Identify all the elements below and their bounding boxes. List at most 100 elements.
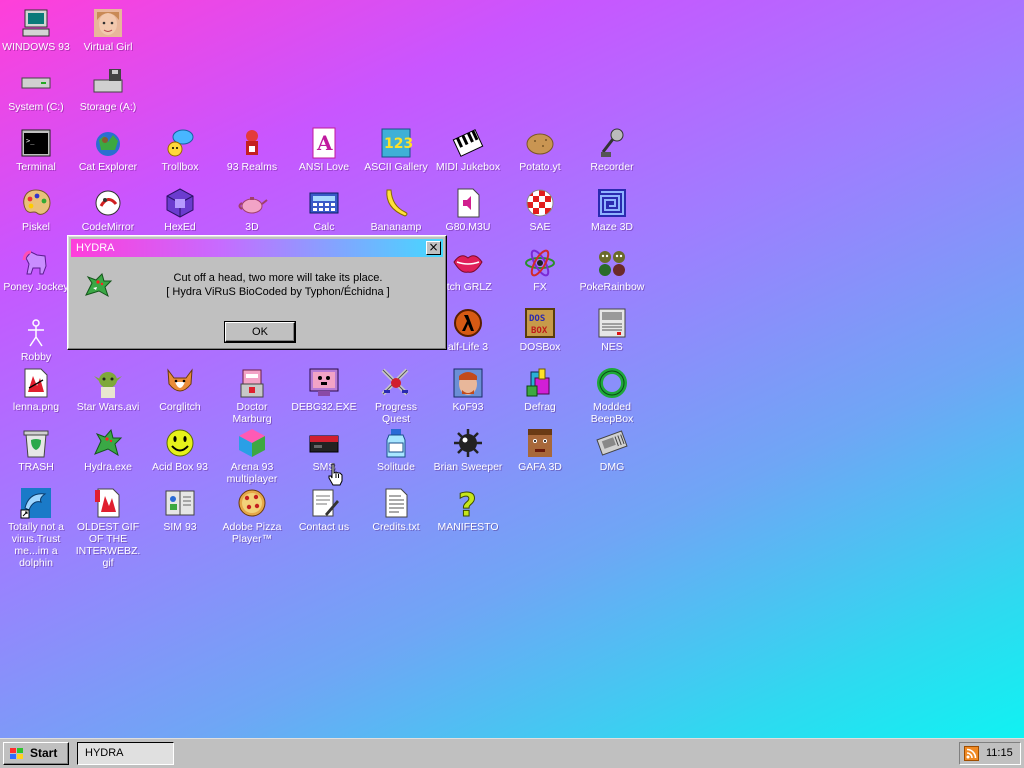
- desktop-icon-debg32-exe[interactable]: DEBG32.EXE: [288, 364, 360, 413]
- desktop-icon-label: lenna.png: [12, 401, 60, 413]
- desktop-icon-credits-txt[interactable]: Credits.txt: [360, 484, 432, 533]
- piano-keys-icon: [451, 126, 485, 160]
- desktop-icon-label: Robby: [20, 351, 52, 363]
- desktop-icon-93-realms[interactable]: 93 Realms: [216, 124, 288, 173]
- desktop-icon-doctor-marburg[interactable]: Doctor Marburg: [216, 364, 288, 425]
- color-cube-icon: [235, 426, 269, 460]
- desktop-icon-potato-yt[interactable]: Potato.yt: [504, 124, 576, 173]
- desktop-icon-label: Trollbox: [161, 161, 199, 173]
- desktop-icon-label: CodeMirror: [81, 221, 135, 233]
- desktop-icon-lenna-png[interactable]: lenna.png: [0, 364, 72, 413]
- audio-file-icon: [451, 186, 485, 220]
- desktop-icon-defrag[interactable]: Defrag: [504, 364, 576, 413]
- ansi-letter-icon: A: [307, 126, 341, 160]
- desktop-icon-bananamp[interactable]: Bananamp: [360, 184, 432, 233]
- sms-console-icon: [307, 426, 341, 460]
- desktop-icon-robby[interactable]: Robby: [0, 314, 72, 363]
- desktop-icon-label: ANSI Love: [298, 161, 350, 173]
- desktop-icon-ansi-love[interactable]: A ANSI Love: [288, 124, 360, 173]
- desktop-icon-label: Potato.yt: [519, 161, 561, 173]
- desktop-icon-trollbox[interactable]: Trollbox: [144, 124, 216, 173]
- desktop-icon-piskel[interactable]: Piskel: [0, 184, 72, 233]
- desktop-icon-hydra-exe[interactable]: Hydra.exe: [72, 424, 144, 473]
- desktop-icon-adobe-pizza-player[interactable]: Adobe Pizza Player™: [216, 484, 288, 545]
- ok-button[interactable]: OK: [224, 321, 296, 343]
- desktop-icon-g80-m3u[interactable]: G80.M3U: [432, 184, 504, 233]
- text-file-icon: [379, 486, 413, 520]
- dialog-title: HYDRA: [76, 242, 115, 254]
- desktop-icon-terminal[interactable]: >_ Terminal: [0, 124, 72, 173]
- smiley-icon: [163, 426, 197, 460]
- desktop-icon-manifesto[interactable]: ? MANIFESTO: [432, 484, 504, 533]
- desktop-icon-dmg[interactable]: DMG: [576, 424, 648, 473]
- desktop-icon-sae[interactable]: SAE: [504, 184, 576, 233]
- desktop-icon-label: MANIFESTO: [437, 521, 499, 533]
- desktop-icon-kof93[interactable]: KoF93: [432, 364, 504, 413]
- desktop-icon-label: Brian Sweeper: [433, 461, 503, 473]
- desktop-icon-progress-quest[interactable]: Progress Quest: [360, 364, 432, 425]
- desktop-icon-contact-us[interactable]: Contact us: [288, 484, 360, 533]
- svg-text:A: A: [316, 131, 333, 155]
- desktop-icon-label: Calc: [313, 221, 335, 233]
- desktop-icon-brian-sweeper[interactable]: Brian Sweeper: [432, 424, 504, 473]
- desktop-icon-hexed[interactable]: HexEd: [144, 184, 216, 233]
- desktop-icon-label: G80.M3U: [445, 221, 491, 233]
- start-button[interactable]: Start: [3, 742, 69, 765]
- solitude-bottle-icon: [379, 426, 413, 460]
- desktop-icon-acid-box-93[interactable]: Acid Box 93: [144, 424, 216, 473]
- half-life-icon: [451, 306, 485, 340]
- desktop-icon-oldest-gif-of-the-interwebz-gif[interactable]: OLDEST GIF OF THE INTERWEBZ.gif: [72, 484, 144, 569]
- desktop-icon-3d[interactable]: 3D: [216, 184, 288, 233]
- monitor-face-icon: [307, 366, 341, 400]
- desktop-icon-gafa-3d[interactable]: GAFA 3D: [504, 424, 576, 473]
- desktop-icon-label: ASCII Gallery: [364, 161, 428, 173]
- desktop-icon-corglitch[interactable]: Corglitch: [144, 364, 216, 413]
- taskbar: Start HYDRA 11:15: [0, 738, 1024, 768]
- desktop-icon-poney-jockey[interactable]: Poney Jockey: [0, 244, 72, 293]
- banana-icon: [379, 186, 413, 220]
- start-label: Start: [30, 746, 58, 760]
- desktop-icon-system-c[interactable]: System (C:): [0, 64, 72, 113]
- desktop-icon-star-wars-avi[interactable]: Star Wars.avi: [72, 364, 144, 413]
- desktop-icon-midi-jukebox[interactable]: MIDI Jukebox: [432, 124, 504, 173]
- desktop-icon-cat-explorer[interactable]: Cat Explorer: [72, 124, 144, 173]
- desktop-icon-label: DOSBox: [519, 341, 561, 353]
- dialog-titlebar[interactable]: HYDRA ×: [71, 239, 443, 257]
- desktop-icon-arena-93-multiplayer[interactable]: Arena 93 multiplayer: [216, 424, 288, 485]
- taskbar-item-hydra[interactable]: HYDRA: [77, 742, 174, 765]
- maze-icon: [595, 186, 629, 220]
- desktop-icon-dosbox[interactable]: DOS BOX DOSBox: [504, 304, 576, 353]
- desktop-icon-codemirror[interactable]: CodeMirror: [72, 184, 144, 233]
- desktop-icon-ascii-gallery[interactable]: 123 ASCII Gallery: [360, 124, 432, 173]
- desktop-icon-maze-3d[interactable]: Maze 3D: [576, 184, 648, 233]
- desktop-icon-label: TRASH: [18, 461, 54, 473]
- desktop-icon-modded-beepbox[interactable]: Modded BeepBox: [576, 364, 648, 425]
- desktop-icon-windows-93[interactable]: WINDOWS 93: [0, 4, 72, 53]
- atom-icon: [523, 246, 557, 280]
- desktop-icon-pokerainbow[interactable]: PokeRainbow: [576, 244, 648, 293]
- desktop-icon-recorder[interactable]: Recorder: [576, 124, 648, 173]
- desktop-icon-trash[interactable]: TRASH: [0, 424, 72, 473]
- desktop-icon-sms[interactable]: SMS: [288, 424, 360, 473]
- desktop-icon-virtual-girl[interactable]: Virtual Girl: [72, 4, 144, 53]
- desktop-icon-label: Virtual Girl: [83, 41, 133, 53]
- desktop-icon-solitude[interactable]: Solitude: [360, 424, 432, 473]
- desktop-icon-fx[interactable]: FX: [504, 244, 576, 293]
- desktop-icon-calc[interactable]: Calc: [288, 184, 360, 233]
- desktop-icon-label: MIDI Jukebox: [435, 161, 501, 173]
- nes-console-icon: [595, 306, 629, 340]
- desktop-icon-label: DEBG32.EXE: [291, 401, 357, 413]
- rss-icon[interactable]: [964, 746, 979, 761]
- realms-icon: [235, 126, 269, 160]
- desktop[interactable]: WINDOWS 93 Virtual Girl System (C:) Storage…: [0, 0, 1024, 738]
- desktop-icon-nes[interactable]: NES: [576, 304, 648, 353]
- green-ring-icon: [595, 366, 629, 400]
- desktop-icon-label: Maze 3D: [590, 221, 633, 233]
- desktop-icon-totally-not-a-virus-trust-me-im-a-dolphin[interactable]: Totally not a virus.Trust me...im a dolp…: [0, 484, 72, 569]
- close-button[interactable]: ×: [426, 241, 441, 255]
- svg-text:123: 123: [384, 136, 413, 152]
- desktop-icon-label: 93 Realms: [226, 161, 278, 173]
- desktop-icon-storage-a[interactable]: Storage (A:): [72, 64, 144, 113]
- desktop-icon-sim-93[interactable]: SIM 93: [144, 484, 216, 533]
- desktop-icon-label: Corglitch: [159, 401, 201, 413]
